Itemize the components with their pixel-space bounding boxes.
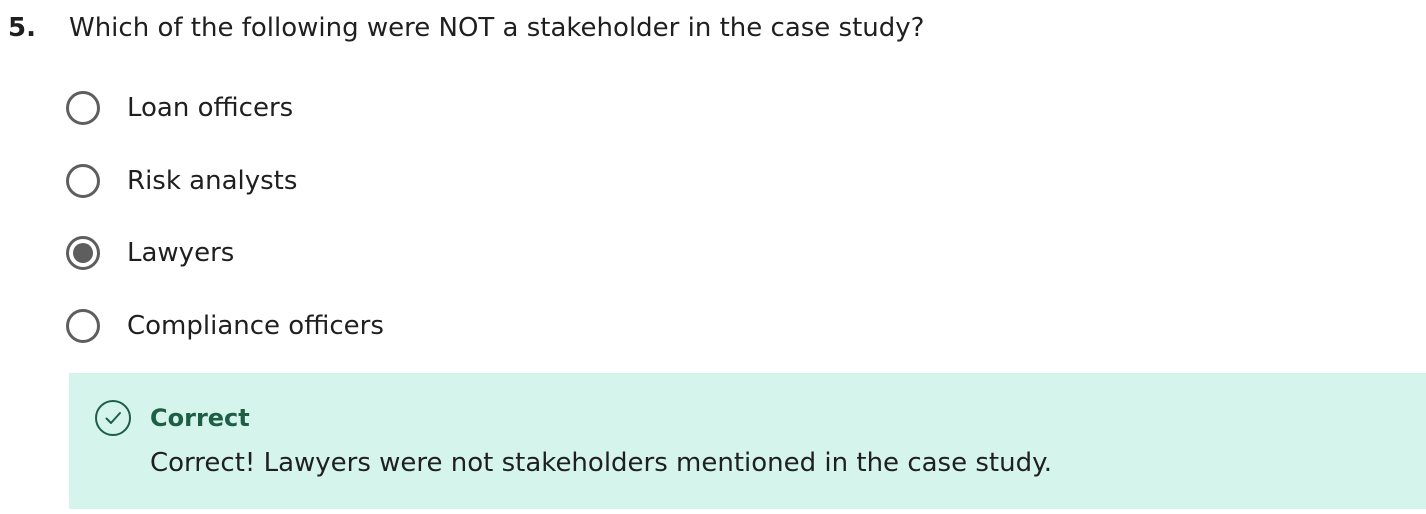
- check-circle-icon: [94, 399, 132, 437]
- option-label: Loan officers: [127, 93, 294, 123]
- feedback-message: Correct! Lawyers were not stakeholders m…: [150, 448, 1053, 478]
- feedback-title: Correct: [150, 404, 250, 432]
- question-number: 5.: [8, 13, 36, 43]
- radio-button[interactable]: [66, 236, 100, 270]
- feedback-panel: Correct Correct! Lawyers were not stakeh…: [69, 373, 1426, 509]
- option-label: Lawyers: [127, 238, 235, 268]
- radio-button[interactable]: [66, 308, 100, 343]
- option-label: Compliance officers: [127, 310, 384, 341]
- option-label: Risk analysts: [127, 165, 298, 196]
- option-risk-analysts[interactable]: Risk analysts: [66, 160, 384, 202]
- option-loan-officers[interactable]: Loan officers: [66, 87, 384, 129]
- option-lawyers[interactable]: Lawyers: [66, 232, 384, 274]
- radio-button[interactable]: [66, 163, 100, 198]
- radio-dot: [73, 243, 93, 263]
- option-compliance-officers[interactable]: Compliance officers: [66, 305, 384, 347]
- radio-button[interactable]: [66, 91, 100, 125]
- quiz-question: 5. Which of the following were NOT a sta…: [0, 0, 1426, 514]
- answer-options: Loan officers Risk analysts Lawyers Comp…: [66, 87, 384, 377]
- question-text: Which of the following were NOT a stakeh…: [69, 13, 925, 43]
